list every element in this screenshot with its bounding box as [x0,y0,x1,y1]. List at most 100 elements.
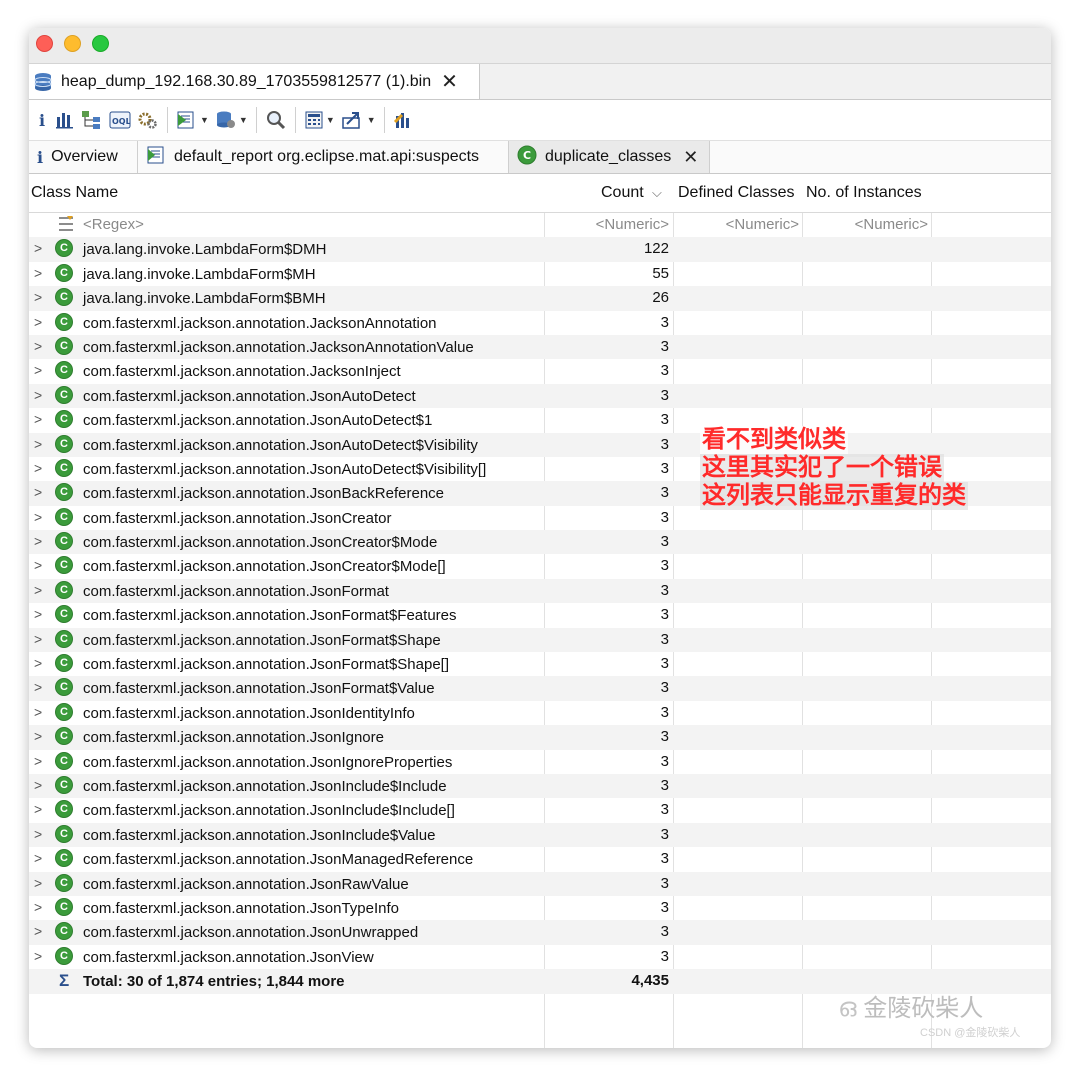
watermark-sub: CSDN @金陵砍柴人 [920,1027,1021,1039]
column-header-count[interactable]: Count [601,174,644,212]
export-icon[interactable]: ▼ [341,106,376,134]
window-minimize-button[interactable] [64,35,81,52]
wechat-icon: ഒ [838,992,857,1022]
table-row[interactable]: > Ccom.fasterxml.jackson.annotation.JsonI… [29,822,1051,848]
table-row[interactable]: > Ccom.fasterxml.jackson.annotation.JsonI… [29,798,1051,822]
table-row[interactable]: > Ccom.fasterxml.jackson.annotation.JsonT… [29,896,1051,920]
heap-dump-actions-icon[interactable]: ▼ [215,106,248,134]
search-icon[interactable] [265,106,287,134]
defined-filter-input[interactable]: <Numeric> [726,216,799,233]
expand-chevron-icon[interactable]: > [34,265,42,281]
table-row[interactable]: > Ccom.fasterxml.jackson.annotation.JsonC… [29,554,1051,578]
expand-chevron-icon[interactable]: > [34,655,42,671]
expand-chevron-icon[interactable]: > [34,411,42,427]
run-report-icon[interactable]: ▼ [176,106,209,134]
gears-icon[interactable] [137,106,159,134]
chevron-down-icon[interactable]: ▼ [326,115,335,125]
expand-chevron-icon[interactable]: > [34,899,42,915]
expand-chevron-icon[interactable]: > [34,582,42,598]
table-row[interactable]: > Ccom.fasterxml.jackson.annotation.JsonF… [29,652,1051,676]
column-header-class-name[interactable]: Class Name [31,174,118,212]
table-row[interactable]: > Ccom.fasterxml.jackson.annotation.JsonI… [29,773,1051,799]
expand-chevron-icon[interactable]: > [34,801,42,817]
class-name-cell: com.fasterxml.jackson.annotation.JsonAut… [83,412,433,430]
table-row[interactable]: > Ccom.fasterxml.jackson.annotation.JsonI… [29,701,1051,725]
expand-chevron-icon[interactable]: > [34,460,42,476]
class-name-cell: com.fasterxml.jackson.annotation.JsonInc… [83,826,436,844]
sort-chevron-icon[interactable]: ⌵ [652,174,662,212]
expand-chevron-icon[interactable]: > [34,533,42,549]
count-cell: 3 [660,606,669,624]
window-maximize-button[interactable] [92,35,109,52]
editor-tab-heap-dump[interactable]: heap_dump_192.168.30.89_1703559812577 (1… [29,64,480,99]
info-icon[interactable]: i [35,106,49,134]
count-filter-input[interactable]: <Numeric> [596,216,669,233]
expand-chevron-icon[interactable]: > [34,728,42,744]
count-cell: 3 [660,630,669,648]
chevron-down-icon[interactable]: ▼ [367,115,376,125]
table-row[interactable]: > Ccom.fasterxml.jackson.annotation.Jacks… [29,311,1051,335]
expand-chevron-icon[interactable]: > [34,631,42,647]
class-name-cell: java.lang.invoke.LambdaForm$MH [83,265,316,283]
expand-chevron-icon[interactable]: > [34,240,42,256]
chevron-down-icon[interactable]: ▼ [200,115,209,125]
table-row[interactable]: > Ccom.fasterxml.jackson.annotation.Jacks… [29,359,1051,383]
expand-chevron-icon[interactable]: > [34,484,42,500]
expand-chevron-icon[interactable]: > [34,314,42,330]
table-row[interactable]: > Ccom.fasterxml.jackson.annotation.JsonC… [29,530,1051,555]
table-row[interactable]: > Ccom.fasterxml.jackson.annotation.JsonF… [29,627,1051,653]
expand-chevron-icon[interactable]: > [34,826,42,842]
table-row[interactable]: > Ccom.fasterxml.jackson.annotation.JsonU… [29,920,1051,945]
histogram-icon[interactable] [55,106,75,134]
count-cell: 3 [660,313,669,331]
expand-chevron-icon[interactable]: > [34,875,42,891]
table-row[interactable]: > Ccom.fasterxml.jackson.annotation.JsonI… [29,725,1051,750]
expand-chevron-icon[interactable]: > [34,606,42,622]
class-name-cell: com.fasterxml.jackson.annotation.JsonRaw… [83,875,409,893]
table-row[interactable]: > Ccom.fasterxml.jackson.annotation.JsonI… [29,750,1051,774]
tab-default-report[interactable]: default_report org.eclipse.mat.api:suspe… [138,141,509,173]
dominator-tree-icon[interactable] [81,106,103,134]
chevron-down-icon[interactable]: ▼ [239,115,248,125]
table-row[interactable]: > Ccom.fasterxml.jackson.annotation.JsonR… [29,871,1051,896]
expand-chevron-icon[interactable]: > [34,948,42,964]
table-row[interactable]: > Cjava.lang.invoke.LambdaForm$BMH 26 [29,286,1051,311]
expand-chevron-icon[interactable]: > [34,289,42,305]
class-name-cell: com.fasterxml.jackson.annotation.JsonAut… [83,387,416,405]
tab-duplicate-classes[interactable]: C duplicate_classes ✕ [509,141,710,173]
expand-chevron-icon[interactable]: > [34,923,42,939]
table-row[interactable]: > Ccom.fasterxml.jackson.annotation.JsonF… [29,676,1051,701]
table-row[interactable]: > Ccom.fasterxml.jackson.annotation.JsonV… [29,945,1051,969]
column-header-instances[interactable]: No. of Instances [806,174,922,212]
window-close-button[interactable] [36,35,53,52]
expand-chevron-icon[interactable]: > [34,387,42,403]
table-row[interactable]: > Cjava.lang.invoke.LambdaForm$MH 55 [29,262,1051,286]
expand-chevron-icon[interactable]: > [34,557,42,573]
expand-chevron-icon[interactable]: > [34,704,42,720]
tab-overview[interactable]: i Overview [29,141,138,173]
oql-icon[interactable]: OQL [109,106,131,134]
toolbar: i OQL ▼ ▼ ▼ ▼ [29,100,1051,140]
database-icon [34,72,52,91]
instances-filter-input[interactable]: <Numeric> [855,216,928,233]
expand-chevron-icon[interactable]: > [34,362,42,378]
expand-chevron-icon[interactable]: > [34,777,42,793]
expand-chevron-icon[interactable]: > [34,753,42,769]
expand-chevron-icon[interactable]: > [34,509,42,525]
expand-chevron-icon[interactable]: > [34,436,42,452]
expand-chevron-icon[interactable]: > [34,850,42,866]
regex-filter-input[interactable]: <Regex> [83,216,144,233]
table-row[interactable]: > Ccom.fasterxml.jackson.annotation.JsonM… [29,847,1051,871]
leak-suspects-icon[interactable] [393,106,415,134]
table-row[interactable]: > Ccom.fasterxml.jackson.annotation.Jacks… [29,334,1051,360]
column-header-defined-classes[interactable]: Defined Classes [678,174,795,212]
tab-close-icon[interactable]: ✕ [683,148,698,166]
calculator-icon[interactable]: ▼ [304,106,335,134]
table-row[interactable]: > Cjava.lang.invoke.LambdaForm$DMH 122 [29,237,1051,262]
table-row[interactable]: > Ccom.fasterxml.jackson.annotation.JsonA… [29,383,1051,409]
expand-chevron-icon[interactable]: > [34,338,42,354]
table-row[interactable]: > Ccom.fasterxml.jackson.annotation.JsonF… [29,578,1051,604]
table-row[interactable]: > Ccom.fasterxml.jackson.annotation.JsonF… [29,603,1051,627]
expand-chevron-icon[interactable]: > [34,679,42,695]
editor-tab-close-icon[interactable]: ✕ [441,72,458,92]
